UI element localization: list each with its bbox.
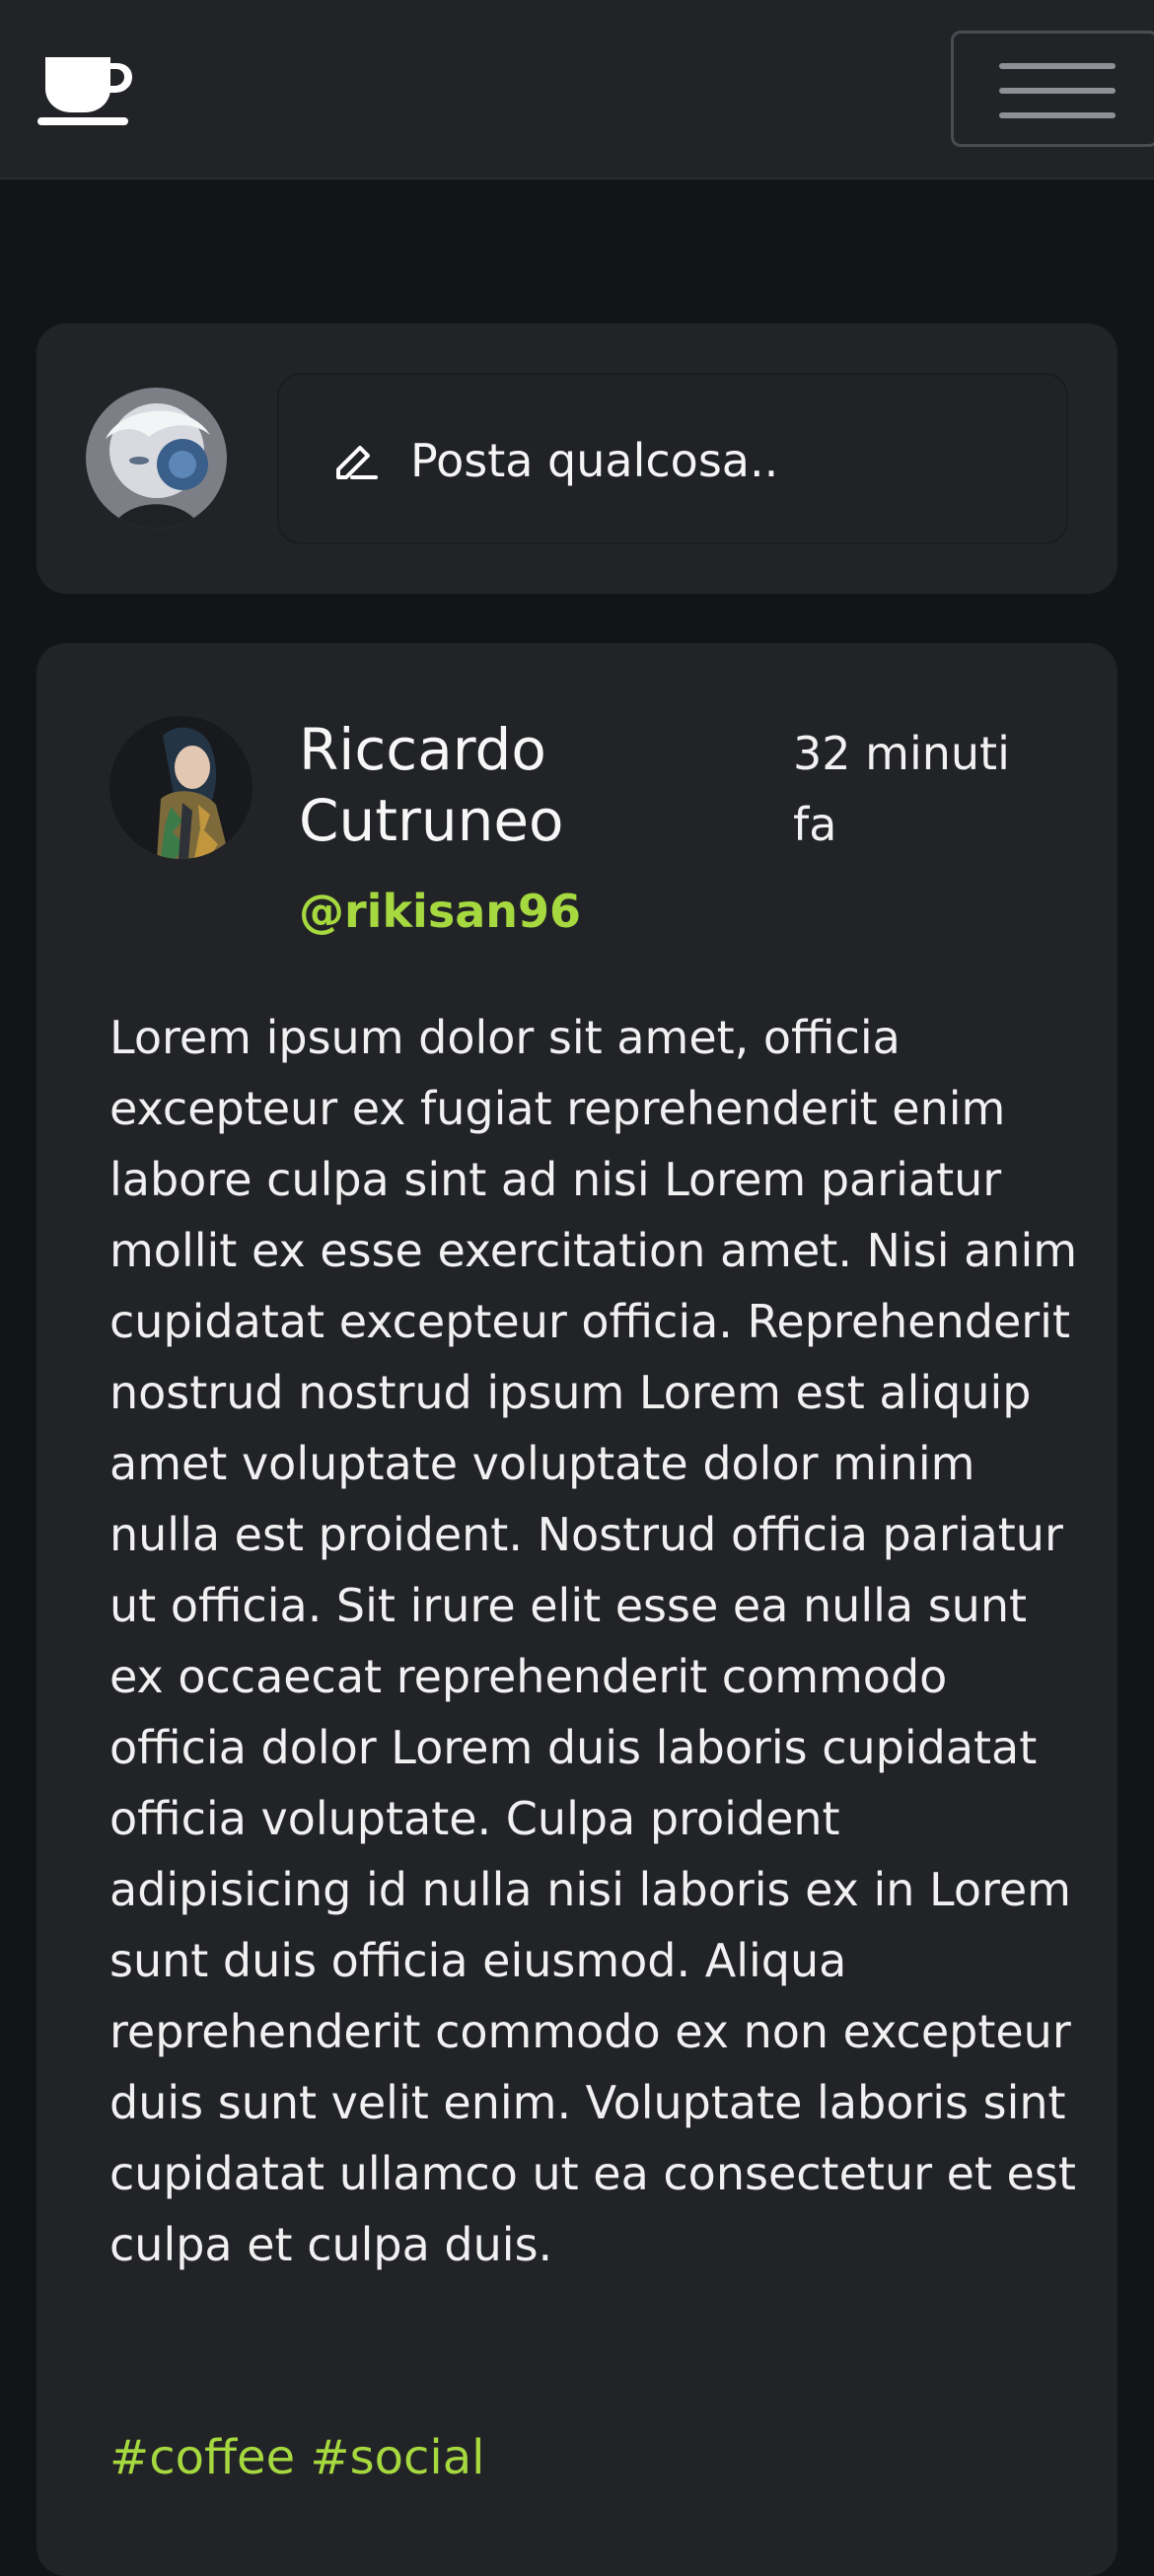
post-card: Riccardo Cutruneo 32 minuti fa @rikisan9…: [36, 643, 1118, 2576]
coffee-cup-icon[interactable]: [37, 55, 136, 126]
post-input-placeholder: Posta qualcosa..: [410, 434, 779, 487]
hamburger-menu-icon-bar: [999, 112, 1116, 118]
post-body: Lorem ipsum dolor sit amet, officia exce…: [109, 1011, 1078, 2271]
hamburger-menu-icon-bar: [999, 88, 1116, 94]
navbar: [0, 0, 1154, 179]
user-avatar[interactable]: [86, 388, 227, 529]
post-input[interactable]: Posta qualcosa..: [277, 373, 1068, 544]
post-tags[interactable]: #coffee #social: [109, 2422, 484, 2493]
hamburger-menu-icon: [999, 63, 1116, 69]
post-composer: Posta qualcosa..: [36, 323, 1118, 594]
author-handle[interactable]: @rikisan96: [299, 882, 581, 941]
post-timestamp: 32 minuti fa: [793, 727, 1010, 851]
menu-toggle-button[interactable]: [951, 31, 1154, 147]
author-avatar[interactable]: [109, 716, 252, 859]
pencil-icon: [336, 446, 378, 479]
author-name[interactable]: Riccardo Cutruneo: [299, 714, 595, 856]
